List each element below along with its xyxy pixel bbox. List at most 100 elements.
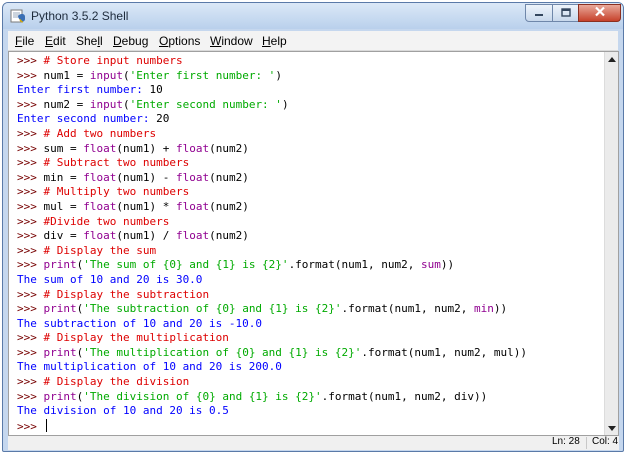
shell-token: )) [440,258,455,272]
shell-prompt: >>> [17,97,44,111]
shell-token: float [175,170,210,184]
shell-prompt: >>> [17,170,44,184]
shell-token: )) [493,302,508,316]
shell-token: # Display the subtraction [43,287,210,301]
shell-token: ( [122,68,130,82]
shell-line: The sum of 10 and 20 is 30.0 [17,273,527,288]
shell-line: >>> sum = float(num1) + float(num2) [17,142,527,157]
shell-line: >>> print('The multiplication of {0} and… [17,346,527,361]
shell-prompt: >>> [17,375,44,389]
shell-token: 'The sum of {0} and {1} is {2}' [83,258,289,272]
shell-token: .format(num1, num2, [288,258,422,272]
shell-prompt: >>> [17,141,44,155]
shell-token: float [175,141,210,155]
scroll-down-button[interactable] [605,421,618,435]
shell-prompt: >>> [17,302,44,316]
shell-token: min [473,302,494,316]
shell-token: float [83,229,117,243]
shell-token: print [43,345,77,359]
shell-prompt: >>> [17,156,44,170]
shell-line: >>> # Subtract two numbers [17,156,527,171]
shell-token: 'The division of {0} and {1} is {2}' [83,389,322,403]
shell-token: float [83,199,117,213]
status-column: Col: 4 [592,436,619,447]
window-title: Python 3.5.2 Shell [31,9,129,23]
title-bar[interactable]: Python 3.5.2 Shell [3,3,623,29]
shell-prompt: >>> [17,258,44,272]
shell-line: >>> # Multiply two numbers [17,185,527,200]
shell-line: >>> mul = float(num1) * float(num2) [17,200,527,215]
shell-token: num2 = [43,97,90,111]
shell-line: >>> div = float(num1) / float(num2) [17,229,527,244]
vertical-scrollbar[interactable] [604,52,618,435]
shell-token: 10 [149,83,163,97]
shell-prompt: >>> [17,287,44,301]
shell-prompt: >>> [17,214,44,228]
shell-token: min = [43,170,84,184]
shell-token: input [89,68,123,82]
shell-line: >>> # Display the division [17,375,527,390]
shell-token: The division of 10 and 20 is 0.5 [17,404,229,418]
status-bar: Ln: 28 Col: 4 [8,436,619,450]
menu-window[interactable]: Window [210,34,253,48]
shell-prompt: >>> [17,229,44,243]
shell-line: >>> min = float(num1) - float(num2) [17,171,527,186]
minimize-button[interactable] [525,4,553,22]
shell-token: 'Enter second number: ' [129,97,282,111]
status-divider [586,437,587,449]
shell-token: Enter second number: [17,112,157,126]
menu-debug[interactable]: Debug [113,34,148,48]
shell-token: (num2) [209,229,249,243]
python-shell-icon[interactable] [10,8,26,24]
shell-prompt: >>> [17,243,44,257]
python-shell-window: Python 3.5.2 Shell File Edit Shell Debug… [2,2,624,452]
shell-token: # Display the sum [43,243,157,257]
menu-file[interactable]: File [15,34,34,48]
shell-token: The sum of 10 and 20 is 30.0 [17,272,203,286]
shell-token: # Multiply two numbers [43,185,190,199]
shell-line: >>> # Display the sum [17,244,527,259]
shell-token: print [43,302,77,316]
shell-output[interactable]: >>> # Store input numbers >>> num1 = inpu… [17,54,527,433]
shell-token: 'The subtraction of {0} and {1} is {2}' [83,302,342,316]
close-button[interactable] [578,4,621,22]
shell-prompt: >>> [17,389,44,403]
shell-text-area[interactable]: >>> # Store input numbers >>> num1 = inpu… [8,51,619,436]
shell-token: print [43,258,77,272]
shell-token: ( [122,97,130,111]
shell-prompt: >>> [17,68,44,82]
shell-token: ) [281,97,289,111]
shell-token: (num1) / [116,229,176,243]
scroll-up-arrow-icon [607,55,616,64]
shell-prompt: >>> [17,345,44,359]
menu-shell[interactable]: Shell [76,34,103,48]
menu-edit[interactable]: Edit [45,34,66,48]
shell-token: # Display the multiplication [43,331,229,345]
shell-token: (num2) [209,199,249,213]
shell-line: The subtraction of 10 and 20 is -10.0 [17,317,527,332]
shell-token: float [175,229,210,243]
shell-token: float [83,170,117,184]
shell-token: (num1) * [116,199,176,213]
shell-line: >>> # Store input numbers [17,54,527,69]
scroll-up-button[interactable] [605,52,618,66]
shell-line: >>> [17,418,527,434]
menu-options[interactable]: Options [159,34,200,48]
shell-token: div = [43,229,84,243]
shell-token: ) [275,68,282,82]
shell-token: # Store input numbers [43,54,183,67]
shell-token: sum [421,258,441,272]
shell-token: float [175,199,210,213]
shell-prompt: >>> [17,199,44,213]
shell-line: >>> # Display the subtraction [17,288,527,303]
shell-token: # Subtract two numbers [43,156,190,170]
shell-token: (num1) + [116,141,176,155]
menu-help[interactable]: Help [262,34,287,48]
maximize-button[interactable] [552,4,579,22]
shell-token: # Add two numbers [43,126,157,140]
shell-line: Enter first number: 10 [17,83,527,98]
shell-line: >>> #Divide two numbers [17,215,527,230]
text-cursor [45,418,47,432]
minimize-icon [534,4,544,22]
shell-token: .format(num1, num2, mul)) [361,345,527,359]
